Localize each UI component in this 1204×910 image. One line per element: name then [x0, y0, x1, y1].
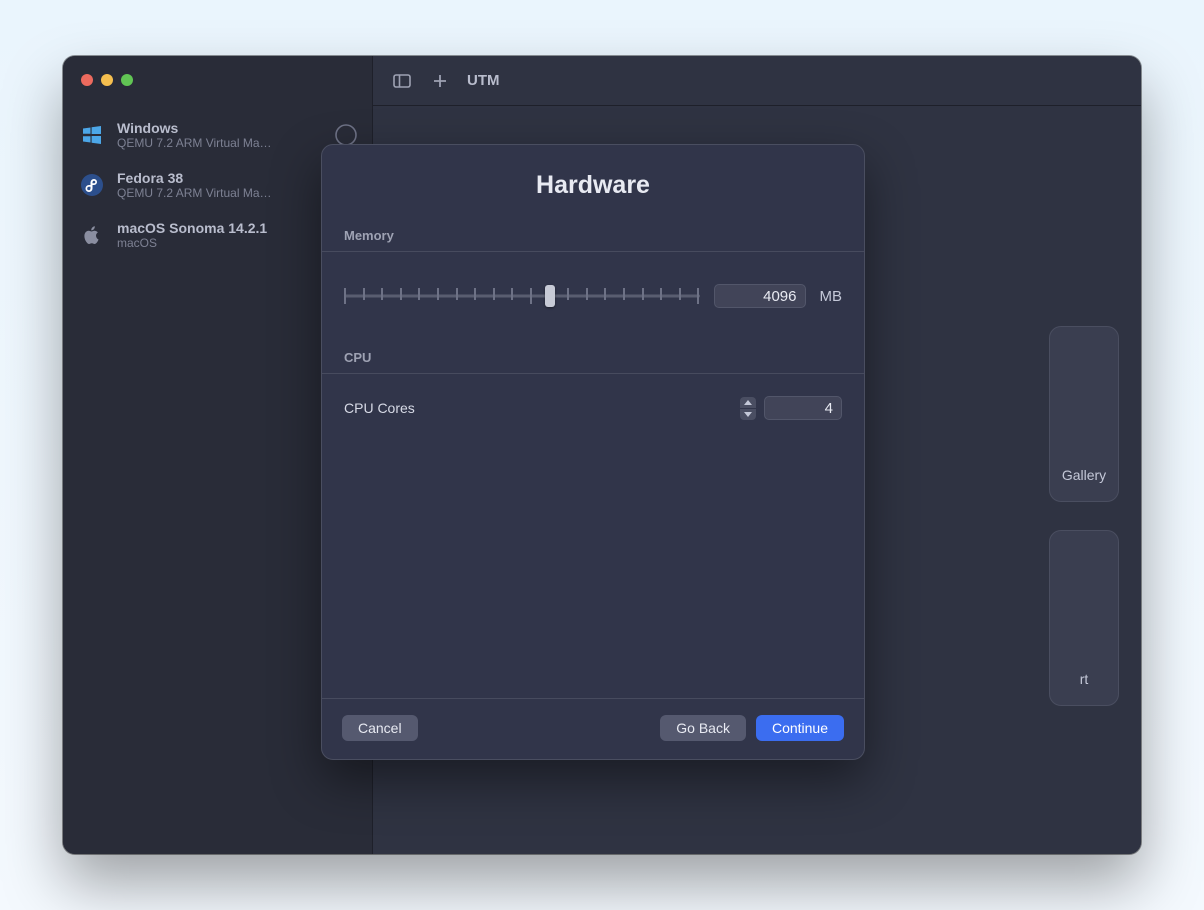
apple-icon — [79, 222, 105, 248]
vm-title: Fedora 38 — [117, 170, 322, 186]
memory-row: MB — [322, 266, 864, 322]
vm-subtitle: QEMU 7.2 ARM Virtual Ma… — [117, 136, 322, 150]
stepper-down-button[interactable] — [740, 409, 756, 420]
slider-thumb[interactable] — [545, 285, 555, 307]
cpu-cores-row: CPU Cores — [322, 388, 864, 428]
vm-subtitle: macOS — [117, 236, 322, 250]
cpu-stepper — [740, 397, 756, 420]
divider — [322, 251, 864, 252]
window-controls — [63, 70, 372, 110]
continue-button[interactable]: Continue — [756, 715, 844, 741]
memory-input[interactable] — [714, 284, 806, 308]
vm-title: Windows — [117, 120, 322, 136]
divider — [322, 373, 864, 374]
toolbar: UTM — [373, 56, 1141, 106]
vm-title: macOS Sonoma 14.2.1 — [117, 220, 322, 236]
maximize-window-button[interactable] — [121, 74, 133, 86]
cpu-cores-label: CPU Cores — [344, 400, 415, 416]
fedora-icon — [79, 172, 105, 198]
window-title: UTM — [467, 72, 500, 89]
app-window: Windows QEMU 7.2 ARM Virtual Ma… Fedora … — [63, 56, 1141, 854]
cpu-section-label: CPU — [322, 340, 864, 373]
memory-section-label: Memory — [322, 218, 864, 251]
cancel-button[interactable]: Cancel — [342, 715, 418, 741]
memory-slider[interactable] — [344, 282, 700, 310]
support-card[interactable]: rt — [1049, 530, 1119, 706]
go-back-button[interactable]: Go Back — [660, 715, 746, 741]
vm-subtitle: QEMU 7.2 ARM Virtual Ma… — [117, 186, 322, 200]
stepper-up-button[interactable] — [740, 397, 756, 408]
add-vm-button[interactable] — [425, 68, 455, 94]
hardware-sheet: Hardware Memory MB CPU CPU Cores — [321, 144, 865, 760]
sheet-title: Hardware — [322, 145, 864, 218]
minimize-window-button[interactable] — [101, 74, 113, 86]
card-label: rt — [1080, 671, 1089, 687]
vm-text: Fedora 38 QEMU 7.2 ARM Virtual Ma… — [117, 170, 322, 200]
sheet-footer: Cancel Go Back Continue — [322, 698, 864, 759]
sidebar-toggle-button[interactable] — [387, 68, 417, 94]
cpu-cores-input[interactable] — [764, 396, 842, 420]
card-label: Gallery — [1062, 467, 1106, 483]
close-window-button[interactable] — [81, 74, 93, 86]
memory-unit: MB — [820, 288, 843, 305]
vm-text: Windows QEMU 7.2 ARM Virtual Ma… — [117, 120, 322, 150]
gallery-card[interactable]: Gallery — [1049, 326, 1119, 502]
vm-text: macOS Sonoma 14.2.1 macOS — [117, 220, 322, 250]
welcome-cards: Gallery rt — [1049, 326, 1119, 706]
windows-icon — [79, 122, 105, 148]
